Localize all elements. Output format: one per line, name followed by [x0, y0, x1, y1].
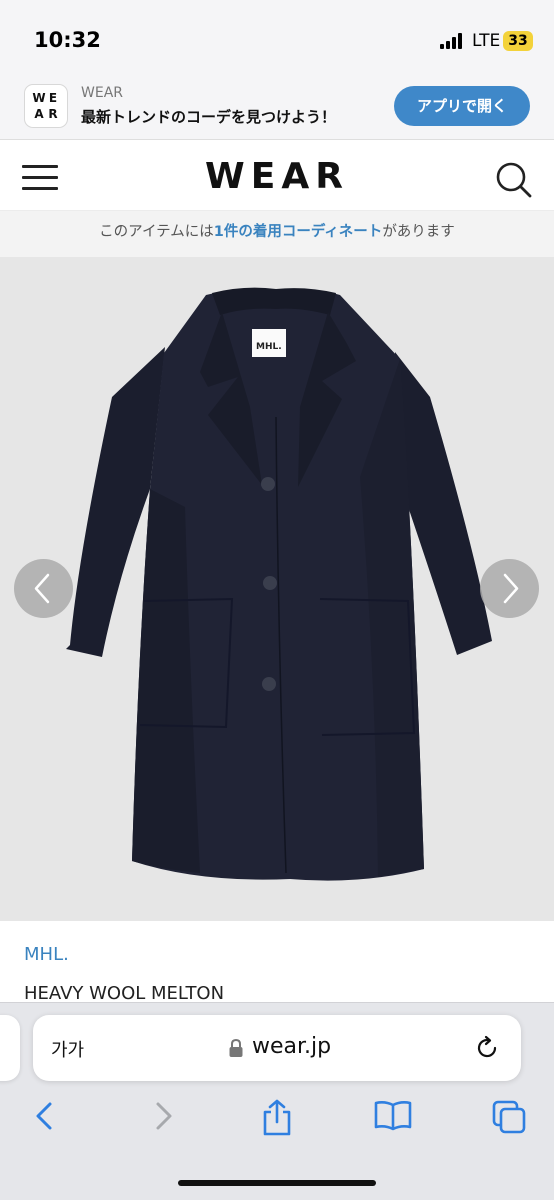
- next-image-button[interactable]: [480, 559, 539, 618]
- image-label: MHL.: [256, 342, 282, 352]
- previous-image-button[interactable]: [14, 559, 73, 618]
- app-banner: W E A R WEAR 最新トレンドのコーデを見つけよう！ アプリで開く: [0, 78, 554, 140]
- lock-icon: [229, 1038, 243, 1057]
- app-logo: W E A R: [24, 84, 68, 128]
- coordinate-notice: このアイテムには1件の着用コーディネートがあります: [0, 211, 554, 257]
- open-app-button[interactable]: アプリで開く: [394, 86, 530, 126]
- browser-toolbar: 가가 wear.jp: [0, 1002, 554, 1200]
- address-bar[interactable]: 가가 wear.jp: [33, 1015, 521, 1081]
- app-name: WEAR: [81, 85, 123, 101]
- battery-icon: 33: [503, 31, 533, 51]
- tabs-icon[interactable]: [490, 1099, 528, 1135]
- chevron-left-icon: [34, 573, 50, 604]
- search-icon[interactable]: [492, 159, 534, 199]
- network-label: LTE: [472, 31, 501, 51]
- previous-tab-preview[interactable]: [0, 1015, 20, 1081]
- product-image: MHL.: [66, 287, 492, 881]
- site-logo[interactable]: WEAR: [0, 156, 554, 197]
- app-tagline: 最新トレンドのコーデを見つけよう！: [81, 108, 337, 126]
- url-text[interactable]: wear.jp: [252, 1034, 331, 1059]
- text-size-button[interactable]: 가가: [51, 1036, 84, 1062]
- signal-icon: [440, 33, 464, 49]
- reload-icon[interactable]: [475, 1035, 501, 1061]
- menu-icon[interactable]: [22, 162, 58, 192]
- product-image-carousel[interactable]: MHL.: [0, 257, 554, 921]
- coordinate-link[interactable]: 1件の着用コーディネート: [214, 224, 383, 240]
- forward-icon[interactable]: [148, 1099, 178, 1133]
- bookmarks-icon[interactable]: [373, 1099, 413, 1133]
- product-name: HEAVY WOOL MELTON: [24, 983, 225, 1004]
- brand-link[interactable]: MHL.: [24, 944, 69, 965]
- status-bar: 10:32 LTE 33: [0, 0, 554, 78]
- back-icon[interactable]: [30, 1099, 60, 1133]
- home-indicator: [178, 1180, 376, 1186]
- status-time: 10:32: [34, 28, 101, 52]
- chevron-right-icon: [503, 573, 519, 604]
- share-icon[interactable]: [259, 1099, 295, 1137]
- site-header: WEAR: [0, 141, 554, 211]
